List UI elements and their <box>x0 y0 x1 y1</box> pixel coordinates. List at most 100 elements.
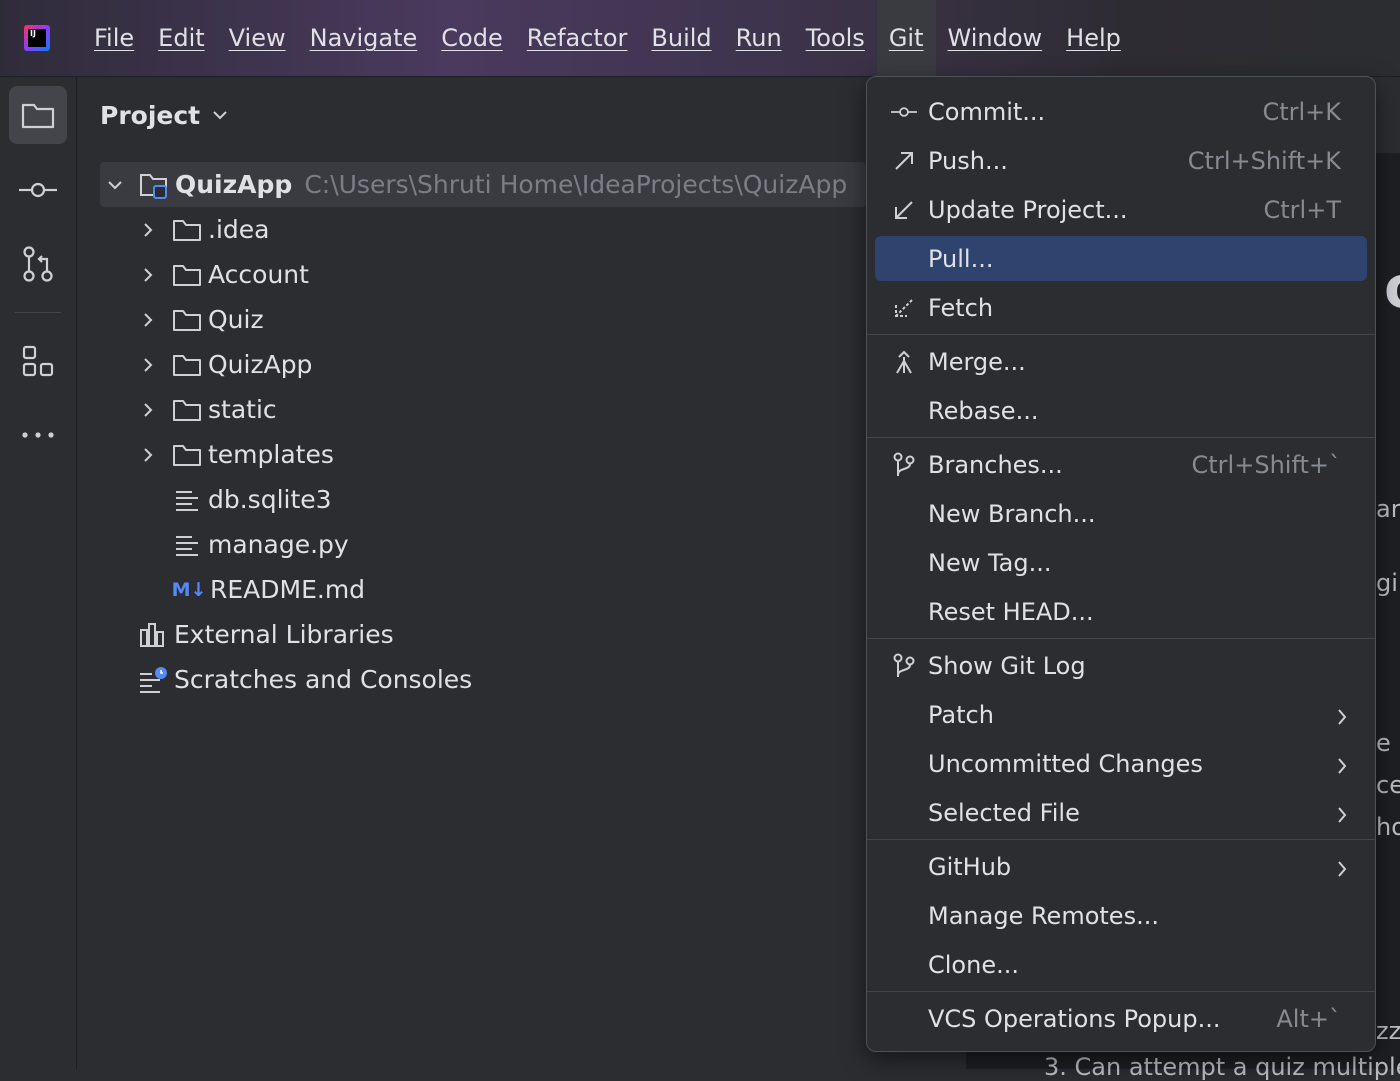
structure-icon <box>22 345 54 377</box>
git-patch-item[interactable]: Patch <box>875 692 1367 737</box>
menu-edit[interactable]: Edit <box>146 0 216 76</box>
project-panel-header[interactable]: Project <box>100 97 228 133</box>
file-name: manage.py <box>208 530 349 559</box>
chevron-right-icon[interactable] <box>136 398 160 422</box>
git-new-tag-item[interactable]: New Tag... <box>875 540 1367 585</box>
menu-git[interactable]: Git <box>876 0 936 76</box>
git-clone-item[interactable]: Clone... <box>875 942 1367 987</box>
git-update-project-item[interactable]: Update Project... Ctrl+T <box>875 187 1367 232</box>
external-libraries-label: External Libraries <box>174 620 394 649</box>
menu-refactor[interactable]: Refactor <box>515 0 640 76</box>
library-icon <box>138 620 168 650</box>
chevron-down-icon[interactable] <box>103 173 127 197</box>
tree-root-quizapp[interactable]: QuizApp C:\Users\Shruti Home\IdeaProject… <box>100 162 866 207</box>
editor-text-fragment: ar <box>1376 495 1400 523</box>
tool-window-strip <box>0 77 77 1069</box>
git-github-item[interactable]: GitHub <box>875 844 1367 889</box>
menu-build[interactable]: Build <box>639 0 723 76</box>
git-manage-remotes-item[interactable]: Manage Remotes... <box>875 893 1367 938</box>
git-push-item[interactable]: Push... Ctrl+Shift+K <box>875 138 1367 183</box>
git-commit-item[interactable]: Commit... Ctrl+K <box>875 89 1367 134</box>
menu-tools[interactable]: Tools <box>794 0 877 76</box>
tree-folder-static[interactable]: static <box>136 387 277 432</box>
tree-folder-templates[interactable]: templates <box>136 432 334 477</box>
chevron-right-icon <box>1337 802 1347 830</box>
menu-run[interactable]: Run <box>724 0 794 76</box>
folder-name: static <box>208 395 277 424</box>
folder-icon <box>172 305 202 335</box>
tool-strip-divider <box>15 312 61 313</box>
main-menu: File Edit View Navigate Code Refactor Bu… <box>82 0 1133 76</box>
git-fetch-item[interactable]: Fetch <box>875 285 1367 330</box>
chevron-right-icon[interactable] <box>136 353 160 377</box>
chevron-right-icon[interactable] <box>136 263 160 287</box>
text-file-icon <box>172 485 202 515</box>
folder-icon <box>172 260 202 290</box>
chevron-right-icon[interactable] <box>136 443 160 467</box>
editor-heading-fragment: oj <box>1384 253 1400 321</box>
chevron-right-icon <box>1337 704 1347 732</box>
git-show-log-item[interactable]: Show Git Log <box>875 643 1367 688</box>
editor-text-fragment: e <box>1376 729 1391 757</box>
menu-separator <box>867 638 1375 639</box>
folder-name: .idea <box>208 215 270 244</box>
chevron-right-icon[interactable] <box>136 218 160 242</box>
more-icon <box>22 432 54 438</box>
intellij-logo-icon[interactable]: IJ <box>24 25 50 51</box>
pull-requests-tool-button[interactable] <box>9 235 67 293</box>
menu-file[interactable]: File <box>82 0 146 76</box>
git-selected-file-item[interactable]: Selected File <box>875 790 1367 835</box>
git-new-branch-item[interactable]: New Branch... <box>875 491 1367 536</box>
commit-icon <box>891 99 917 125</box>
git-pull-item[interactable]: Pull... <box>875 236 1367 281</box>
folder-name: templates <box>208 440 334 469</box>
project-tool-button[interactable] <box>9 86 67 144</box>
folder-icon <box>172 395 202 425</box>
chevron-down-icon <box>213 111 227 120</box>
editor-text-fragment: ce <box>1376 771 1400 799</box>
more-tools-button[interactable] <box>9 406 67 464</box>
chevron-right-icon <box>1337 753 1347 781</box>
project-name: QuizApp <box>175 170 293 199</box>
title-bar: IJ File Edit View Navigate Code Refactor… <box>0 0 1400 77</box>
git-merge-item[interactable]: Merge... <box>875 339 1367 384</box>
menu-separator <box>867 334 1375 335</box>
markdown-icon: M↓ <box>171 578 207 601</box>
git-uncommitted-changes-item[interactable]: Uncommitted Changes <box>875 741 1367 786</box>
chevron-right-icon[interactable] <box>136 308 160 332</box>
tree-file-readme[interactable]: M↓ README.md <box>172 567 365 612</box>
editor-text-fragment: zz <box>1376 1017 1400 1045</box>
tree-folder-idea[interactable]: .idea <box>136 207 269 252</box>
tree-file-manage-py[interactable]: manage.py <box>172 522 349 567</box>
structure-tool-button[interactable] <box>9 332 67 390</box>
tree-folder-quiz[interactable]: Quiz <box>136 297 264 342</box>
fetch-icon <box>891 295 917 321</box>
file-name: README.md <box>210 575 366 604</box>
tree-external-libraries[interactable]: External Libraries <box>138 612 394 657</box>
folder-icon <box>21 103 55 129</box>
folder-icon <box>172 350 202 380</box>
folder-name: QuizApp <box>208 350 313 379</box>
git-branches-item[interactable]: Branches... Ctrl+Shift+` <box>875 442 1367 487</box>
commit-tool-button[interactable] <box>9 161 67 219</box>
menu-code[interactable]: Code <box>429 0 514 76</box>
file-name: db.sqlite3 <box>208 485 332 514</box>
menu-help[interactable]: Help <box>1054 0 1133 76</box>
git-vcs-popup-item[interactable]: VCS Operations Popup... Alt+` <box>875 996 1367 1041</box>
text-file-icon <box>172 530 202 560</box>
git-rebase-item[interactable]: Rebase... <box>875 388 1367 433</box>
menu-separator <box>867 991 1375 992</box>
menu-window[interactable]: Window <box>936 0 1055 76</box>
folder-name: Account <box>208 260 309 289</box>
tree-folder-quizapp[interactable]: QuizApp <box>136 342 312 387</box>
tree-folder-account[interactable]: Account <box>136 252 309 297</box>
tree-file-db-sqlite3[interactable]: db.sqlite3 <box>172 477 332 522</box>
menu-view[interactable]: View <box>217 0 298 76</box>
scratches-label: Scratches and Consoles <box>174 665 473 694</box>
git-reset-head-item[interactable]: Reset HEAD... <box>875 589 1367 634</box>
menu-navigate[interactable]: Navigate <box>298 0 430 76</box>
editor-text-fragment: gir <box>1376 569 1400 597</box>
editor-text-fragment: 3. Can attempt a quiz multiple <box>1044 1053 1400 1081</box>
tree-scratches[interactable]: Scratches and Consoles <box>138 657 472 702</box>
menu-separator <box>867 437 1375 438</box>
